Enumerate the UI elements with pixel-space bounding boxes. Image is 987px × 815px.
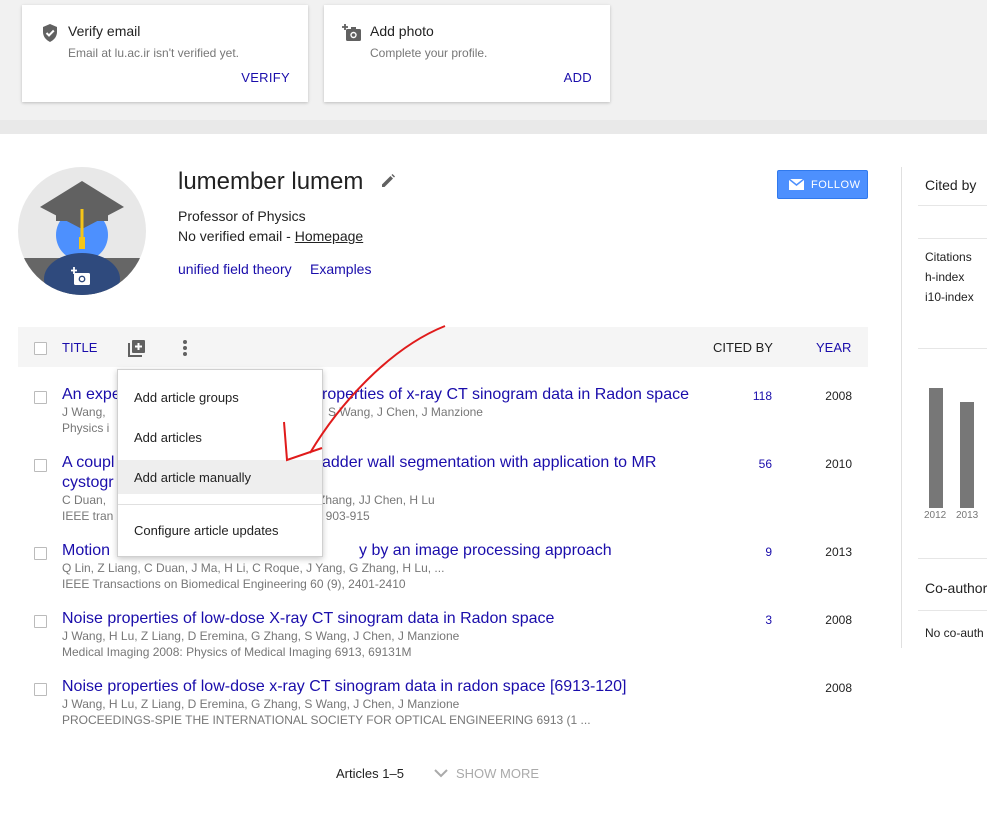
add-photo-icon: [342, 23, 362, 43]
chevron-down-icon: [434, 769, 448, 778]
year-tick-label: 2013: [956, 510, 979, 521]
select-all-checkbox[interactable]: [34, 342, 47, 355]
no-coauthors-text: No co-auth: [925, 626, 984, 640]
article-authors: Q Lin, Z Liang, C Duan, J Ma, H Li, C Ro…: [62, 561, 445, 575]
article-year: 2013: [825, 545, 852, 559]
article-authors: C Duan, Zhang, JJ Chen, H Lu: [62, 493, 435, 507]
article-venue: IEEE Transactions on Biomedical Engineer…: [62, 577, 406, 591]
profile-name: lumember lumem: [178, 168, 364, 195]
cited-by-count[interactable]: 56: [718, 457, 772, 471]
pencil-icon[interactable]: [380, 173, 396, 189]
homepage-link[interactable]: Homepage: [295, 228, 364, 244]
article-year: 2008: [825, 389, 852, 403]
cited-by-header[interactable]: CITED BY: [713, 340, 773, 355]
article-authors: J Wang, H Lu, Z Liang, D Eremina, G Zhan…: [62, 697, 460, 711]
article-year: 2008: [825, 681, 852, 695]
row-checkbox[interactable]: [34, 683, 47, 696]
add-photo-card: Add photo Complete your profile. ADD: [324, 5, 610, 102]
coauthors-heading: Co-author: [925, 580, 987, 596]
cited-by-count[interactable]: 118: [718, 389, 772, 403]
article-venue: IEEE tran, 903-915: [62, 509, 370, 523]
sidebar-rule: [918, 558, 987, 559]
metric-i10-index: i10-index: [925, 290, 974, 304]
cited-by-count[interactable]: 3: [718, 613, 772, 627]
menu-divider: [118, 504, 322, 505]
metric-citations: Citations: [925, 250, 972, 264]
citation-bar-2012[interactable]: [929, 388, 943, 508]
interest-link[interactable]: unified field theory: [178, 261, 292, 277]
email-line: No verified email - Homepage: [178, 228, 363, 244]
sidebar-rule: [918, 205, 987, 206]
sidebar-rule: [918, 610, 987, 611]
affiliation: Professor of Physics: [178, 208, 306, 224]
cited-by-heading: Cited by: [925, 177, 977, 193]
card-subtitle: Complete your profile.: [370, 46, 488, 60]
article-venue: Medical Imaging 2008: Physics of Medical…: [62, 645, 412, 659]
band-divider: [0, 120, 987, 134]
email-text: No verified email -: [178, 228, 295, 244]
metric-h-index: h-index: [925, 270, 965, 284]
follow-button[interactable]: FOLLOW: [777, 170, 868, 199]
article-title-link[interactable]: Noise properties of low-dose X-ray CT si…: [62, 609, 702, 629]
follow-label: FOLLOW: [811, 179, 861, 191]
avatar[interactable]: [18, 167, 146, 295]
citation-bar-2013[interactable]: [960, 402, 974, 508]
more-vert-icon[interactable]: [182, 339, 188, 362]
sidebar-rule: [918, 238, 987, 239]
verify-button[interactable]: VERIFY: [241, 70, 290, 85]
table-row: Noise properties of low-dose x-ray CT si…: [18, 677, 868, 745]
article-year: 2008: [825, 613, 852, 627]
card-title: Add photo: [370, 23, 434, 39]
table-row: Noise properties of low-dose X-ray CT si…: [18, 609, 868, 677]
annotation-arrow: [283, 325, 446, 462]
row-checkbox[interactable]: [34, 459, 47, 472]
title-sort-header[interactable]: TITLE: [62, 340, 97, 355]
add-articles-icon[interactable]: [127, 338, 147, 363]
card-title: Verify email: [68, 23, 141, 39]
add-photo-icon: [71, 267, 90, 285]
year-tick-label: 2012: [924, 510, 947, 521]
envelope-icon: [789, 179, 804, 190]
sidebar-divider: [901, 167, 902, 648]
article-title-link[interactable]: Noise properties of low-dose x-ray CT si…: [62, 677, 702, 697]
row-checkbox[interactable]: [34, 615, 47, 628]
verify-email-card: Verify email Email at lu.ac.ir isn't ver…: [22, 5, 308, 102]
add-photo-button[interactable]: ADD: [564, 70, 592, 85]
row-checkbox[interactable]: [34, 391, 47, 404]
article-authors: J Wang, H Lu, Z Liang, D Eremina, G Zhan…: [62, 629, 460, 643]
interest-link[interactable]: Examples: [310, 261, 371, 277]
cited-by-count[interactable]: 9: [718, 545, 772, 559]
shield-check-icon: [40, 23, 60, 43]
article-year: 2010: [825, 457, 852, 471]
articles-range: Articles 1–5: [336, 766, 404, 781]
menu-item-configure-article-updates[interactable]: Configure article updates: [118, 513, 322, 547]
article-venue: Physics i: [62, 421, 110, 435]
card-subtitle: Email at lu.ac.ir isn't verified yet.: [68, 46, 240, 60]
article-venue: PROCEEDINGS-SPIE THE INTERNATIONAL SOCIE…: [62, 713, 591, 727]
sidebar-rule: [918, 348, 987, 349]
year-sort-header[interactable]: YEAR: [816, 340, 851, 355]
row-checkbox[interactable]: [34, 547, 47, 560]
article-authors: J Wang, S Wang, J Chen, J Manzione: [62, 405, 483, 419]
